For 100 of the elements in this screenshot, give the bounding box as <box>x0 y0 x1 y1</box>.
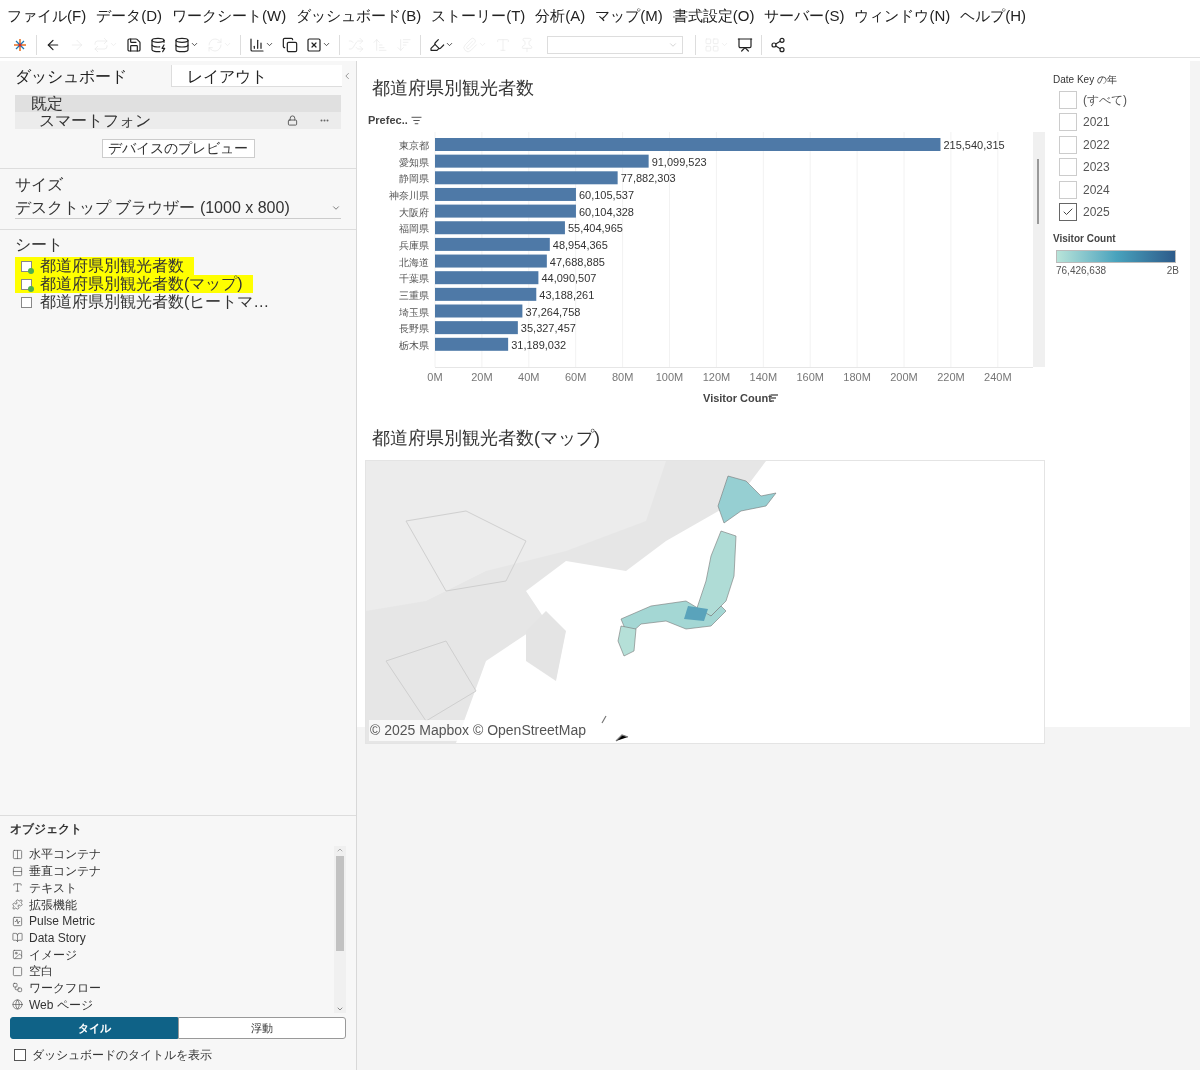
caret-icon <box>322 40 331 49</box>
panel-tab[interactable]: レイアウト <box>170 65 342 87</box>
data-label: 44,090,507 <box>541 271 597 284</box>
sort-icon[interactable] <box>770 393 779 402</box>
object-item[interactable]: 垂直コンテナ <box>10 862 334 880</box>
tick-label: 60M <box>565 370 587 383</box>
filter-label: 2025 <box>1083 203 1110 221</box>
data-label: 47,688,885 <box>549 255 605 268</box>
data-label: 31,189,032 <box>511 338 567 351</box>
object-item[interactable]: イメージ <box>10 946 334 963</box>
bar[interactable] <box>435 137 941 151</box>
object-item[interactable]: Web ページ <box>10 996 334 1013</box>
filter-title: Date Key の年 <box>1053 73 1118 87</box>
menu-item[interactable]: マップ(M) <box>590 4 668 28</box>
object-item[interactable]: Data Story <box>10 929 334 947</box>
device-item[interactable]: スマートフォン <box>15 112 341 129</box>
bar[interactable] <box>435 254 547 268</box>
menu-item[interactable]: サーバー(S) <box>759 4 850 28</box>
menu-item[interactable]: ストーリー(T) <box>426 4 531 28</box>
axis-label: 静岡県 <box>399 172 429 184</box>
filter-label: (すべて) <box>1083 92 1127 109</box>
bar[interactable] <box>435 204 576 218</box>
menu-item[interactable]: 書式設定(O) <box>667 4 760 28</box>
object-item[interactable]: 空白 <box>10 962 334 980</box>
bar[interactable] <box>435 287 537 301</box>
object-item[interactable]: Pulse Metric <box>10 912 334 930</box>
axis-label: 栃木県 <box>399 339 429 351</box>
bar[interactable] <box>435 304 523 317</box>
caret-icon <box>190 40 199 49</box>
checkbox-label: ダッシュボードのタイトルを表示 <box>32 1047 212 1064</box>
bar[interactable] <box>435 337 509 351</box>
checkbox[interactable] <box>14 1049 26 1061</box>
placement-toggle[interactable]: 浮動 <box>178 1017 346 1039</box>
duplicate-icon <box>282 36 298 53</box>
object-icon <box>12 999 23 1011</box>
share-icon <box>770 36 786 53</box>
legend-min: 76,426,638 <box>1056 263 1107 278</box>
data-label: 60,105,537 <box>578 188 634 201</box>
tick-label: 160M <box>796 370 824 383</box>
scrollbar[interactable] <box>1033 131 1045 367</box>
data-label: 37,264,758 <box>525 305 581 317</box>
data-label: 60,104,328 <box>578 205 634 218</box>
object-item[interactable]: テキスト <box>10 879 334 897</box>
axis-label: 北海道 <box>399 256 429 268</box>
bar[interactable] <box>435 170 618 184</box>
axis-label: 愛知県 <box>399 156 429 168</box>
axis-label: 福岡県 <box>399 222 429 234</box>
sheet-item[interactable]: 都道府県別観光者数(ヒートマ… <box>15 293 280 311</box>
tick-label: 20M <box>471 370 493 383</box>
filter-label: 2022 <box>1083 136 1110 154</box>
tick-label: 220M <box>937 370 965 383</box>
menu-item[interactable]: ヘルプ(H) <box>955 4 1032 28</box>
bar[interactable] <box>435 237 550 251</box>
object-icon <box>12 899 23 911</box>
data-label: 55,404,965 <box>567 221 623 234</box>
placement-toggle[interactable]: タイル <box>10 1017 178 1039</box>
object-item[interactable]: 拡張機能 <box>10 896 334 913</box>
filter-checkbox[interactable] <box>1059 202 1077 221</box>
clear-sheet-icon <box>306 36 322 53</box>
axis-label: 埼玉県 <box>399 306 429 317</box>
tick-label: 180M <box>843 370 871 383</box>
menu-item[interactable]: ファイル(F) <box>2 4 92 28</box>
object-icon <box>12 848 23 860</box>
bar[interactable] <box>435 154 649 168</box>
menu-item[interactable]: 分析(A) <box>530 4 591 28</box>
object-icon <box>12 965 23 977</box>
menu-item[interactable]: ダッシュボード(B) <box>291 4 427 28</box>
menu-item[interactable]: ワークシート(W) <box>167 4 292 28</box>
sheet-item[interactable]: 都道府県別観光者数 <box>15 257 194 275</box>
section-title: オブジェクト <box>10 821 83 839</box>
lock-icon <box>287 115 298 126</box>
preview-button[interactable]: デバイスのプレビュー <box>101 139 255 158</box>
bar[interactable] <box>435 320 518 334</box>
map[interactable]: © 2025 Mapbox © OpenStreetMap <box>365 459 1045 744</box>
object-item[interactable]: 水平コンテナ <box>10 846 334 863</box>
sheet-title: 都道府県別観光者数(マップ) <box>372 426 601 450</box>
filter-label: 2021 <box>1083 114 1110 132</box>
menu-item[interactable]: データ(D) <box>91 4 167 28</box>
object-item[interactable]: ワークフロー <box>10 979 334 997</box>
tick-label: 120M <box>702 370 731 383</box>
size-dropdown[interactable]: デスクトップ ブラウザー (1000 x 800) <box>15 197 341 219</box>
more-icon[interactable] <box>320 119 329 122</box>
sheet-item[interactable]: 都道府県別観光者数(マップ) <box>15 275 253 293</box>
save-icon <box>126 36 142 53</box>
bar[interactable] <box>435 220 565 234</box>
tick-label: 100M <box>655 370 684 383</box>
scroll-down-icon[interactable] <box>336 1005 344 1013</box>
caret-icon <box>265 40 274 49</box>
menu-item[interactable]: ウィンドウ(N) <box>849 4 956 28</box>
toolbar-field[interactable] <box>547 35 683 54</box>
device-item[interactable]: 既定 <box>15 95 341 112</box>
data-label: 43,188,261 <box>539 288 595 301</box>
tick-label: 140M <box>749 370 778 383</box>
bar[interactable] <box>435 187 576 201</box>
bar[interactable] <box>435 270 539 284</box>
scrollbar[interactable] <box>334 846 346 1013</box>
data-label: 77,882,303 <box>620 171 676 184</box>
sort-icon[interactable] <box>410 114 422 126</box>
new-sheet-icon <box>249 36 265 53</box>
object-icon <box>12 915 23 927</box>
